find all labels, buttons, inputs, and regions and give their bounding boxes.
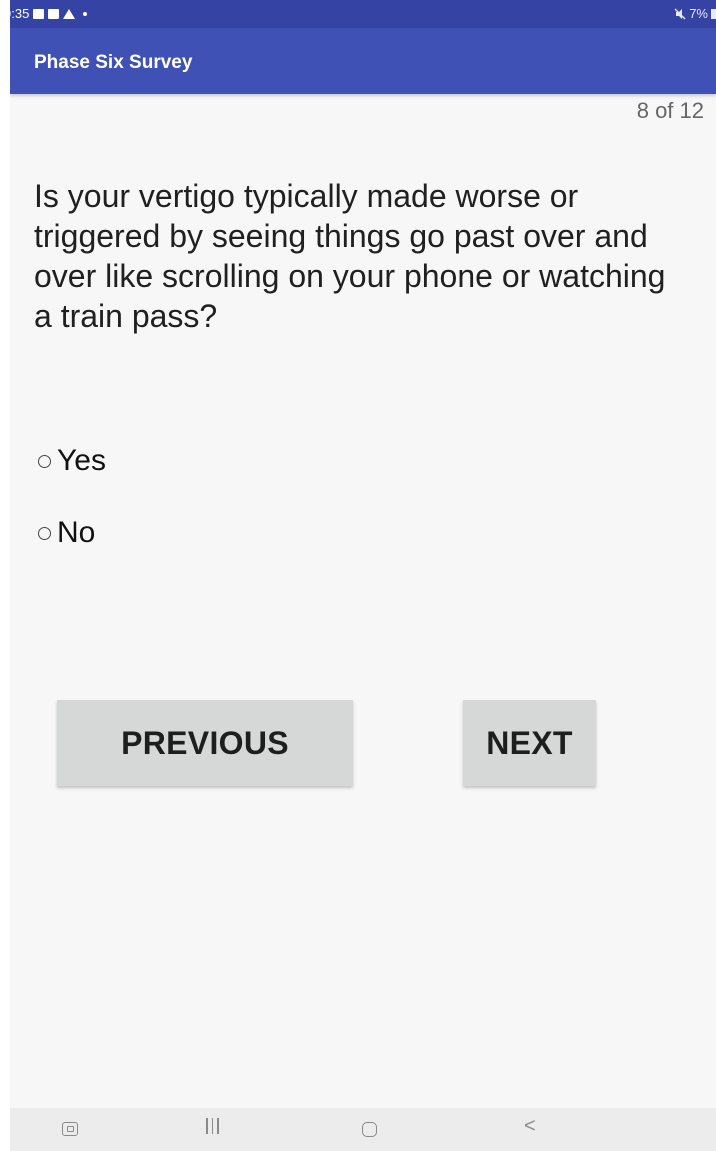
previous-button[interactable]: PREVIOUS xyxy=(57,700,353,786)
gallery-icon xyxy=(33,8,45,19)
battery-percent: 7% xyxy=(689,6,708,21)
option-yes-label: Yes xyxy=(57,444,106,477)
navigation-bar: < xyxy=(10,1108,716,1151)
option-yes[interactable]: Yes xyxy=(38,444,106,478)
question-text: Is your vertigo typically made worse or … xyxy=(34,178,666,334)
status-bar: 9:35 7% xyxy=(10,0,716,28)
dot-icon xyxy=(83,11,88,16)
app-bar: Phase Six Survey xyxy=(10,28,716,94)
status-time: 9:35 xyxy=(10,6,30,21)
screen: 9:35 7% Phase Six Survey 8 of 12 Is your… xyxy=(10,0,716,1151)
status-right: 7% xyxy=(674,6,716,21)
option-no[interactable]: No xyxy=(38,516,95,550)
recent-apps-icon[interactable] xyxy=(62,1122,78,1136)
radio-yes[interactable] xyxy=(38,454,51,468)
status-left: 9:35 xyxy=(10,6,88,21)
recents-icon[interactable] xyxy=(206,1118,219,1134)
warning-icon xyxy=(63,8,76,19)
mute-icon xyxy=(674,8,686,19)
screenshot-icon xyxy=(48,8,60,19)
battery-icon xyxy=(711,8,716,19)
next-button[interactable]: NEXT xyxy=(463,700,596,786)
home-icon[interactable] xyxy=(362,1122,377,1137)
app-title: Phase Six Survey xyxy=(34,52,193,73)
option-no-label: No xyxy=(57,516,96,549)
back-icon[interactable]: < xyxy=(524,1116,536,1136)
radio-no[interactable] xyxy=(38,526,51,540)
question-progress: 8 of 12 xyxy=(636,98,704,123)
